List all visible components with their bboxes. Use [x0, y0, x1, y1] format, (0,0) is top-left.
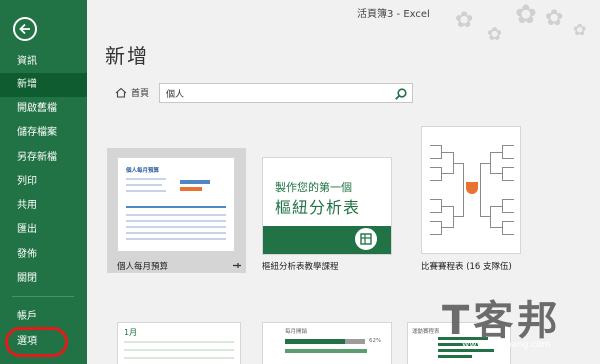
decorative-star-icon: ✿ — [455, 8, 474, 33]
back-arrow-icon[interactable] — [13, 17, 37, 41]
options-highlight-ring — [5, 327, 68, 357]
sidebar-item-account[interactable]: 帳戶 — [0, 305, 87, 329]
template-tournament-bracket[interactable]: 比賽賽程表 (16 支隊伍) — [421, 126, 526, 272]
template-budget[interactable]: 個人每月預算 個人每月預算 — [107, 148, 246, 274]
sidebar-item-export[interactable]: 匯出 — [0, 218, 87, 242]
template-thumbnail: 1月 — [117, 322, 241, 364]
thumb-title: 每月開銷 — [285, 329, 308, 335]
template-thumbnail: 製作您的第一個 樞紐分析表 — [262, 157, 392, 255]
thumb-percent: 62% — [369, 338, 382, 344]
home-link[interactable]: 首頁 — [115, 86, 149, 99]
sidebar-item-publish[interactable]: 發佈 — [0, 243, 87, 267]
decorative-star-icon: ✿ — [487, 24, 503, 45]
template-pivot-tutorial[interactable]: 製作您的第一個 樞紐分析表 樞紐分析表教學課程 — [262, 157, 393, 272]
sidebar-divider — [12, 296, 74, 297]
page-title: 新增 — [105, 44, 149, 68]
template-calendar[interactable]: 1月 — [117, 322, 242, 364]
watermark-logo: T客邦 — [442, 298, 562, 344]
template-label: 比賽賽程表 (16 支隊伍) — [421, 262, 512, 272]
template-search-box — [159, 83, 413, 103]
sidebar-item-open[interactable]: 開啟舊檔 — [0, 97, 87, 121]
thumb-title: 1月 — [124, 328, 138, 337]
sidebar-item-share[interactable]: 共用 — [0, 194, 87, 218]
decorative-star-icon: ✿ — [573, 20, 587, 39]
home-label: 首頁 — [131, 89, 150, 99]
backstage-sidebar: 資訊 新增 開啟舊檔 儲存檔案 另存新檔 列印 共用 匯出 發佈 關閉 帳戶 選… — [0, 0, 87, 364]
template-label: 個人每月預算 — [117, 262, 169, 272]
decorative-star-icon: ✿ — [545, 6, 564, 31]
template-thumbnail: 每月開銷 62% — [262, 322, 392, 364]
main-panel: 活頁簿3 - Excel ✿ ✿ ✿ ✿ ✿ 新增 首頁 個人每月預算 個人每月… — [87, 0, 600, 364]
sidebar-item-close[interactable]: 關閉 — [0, 267, 87, 291]
sidebar-item-save-as[interactable]: 另存新檔 — [0, 146, 87, 170]
trophy-icon — [466, 182, 478, 194]
template-label: 樞紐分析表教學課程 — [262, 262, 339, 272]
thumb-line-2: 樞紐分析表 — [275, 198, 361, 217]
template-thumbnail — [421, 126, 521, 254]
thumb-line-1: 製作您的第一個 — [275, 181, 352, 194]
search-icon[interactable] — [394, 87, 408, 101]
watermark-url: www.techbang.com — [462, 340, 551, 350]
template-monthly-expenses[interactable]: 每月開銷 62% — [262, 322, 392, 364]
sidebar-item-save[interactable]: 儲存檔案 — [0, 121, 87, 145]
thumb-title: 個人每月預算 — [126, 168, 160, 174]
sidebar-item-info[interactable]: 資訊 — [0, 50, 87, 74]
template-thumbnail: 個人每月預算 — [117, 157, 235, 252]
sidebar-item-new[interactable]: 新增 — [0, 73, 87, 97]
decorative-star-icon: ✿ — [515, 0, 537, 30]
pivot-table-icon — [353, 226, 379, 252]
home-icon — [115, 87, 127, 98]
sidebar-item-print[interactable]: 列印 — [0, 170, 87, 194]
thumb-title: 運動賽程表 — [412, 329, 440, 335]
pin-icon[interactable] — [233, 262, 241, 269]
search-input[interactable] — [166, 84, 386, 102]
window-title: 活頁簿3 - Excel — [357, 9, 430, 20]
